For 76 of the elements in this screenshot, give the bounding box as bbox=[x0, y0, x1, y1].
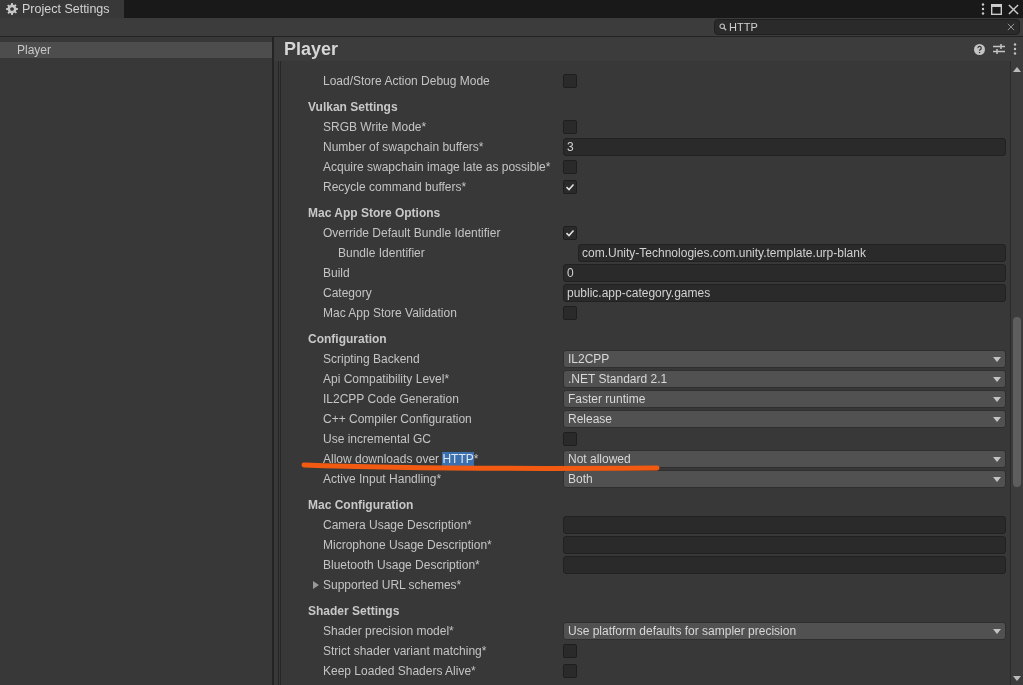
window-tab[interactable]: Project Settings bbox=[0, 0, 124, 18]
dropdown[interactable]: IL2CPP bbox=[563, 350, 1006, 368]
checkbox[interactable] bbox=[563, 306, 577, 320]
checkbox[interactable] bbox=[563, 180, 577, 194]
caret-icon bbox=[993, 476, 1001, 482]
field-label: SRGB Write Mode* bbox=[323, 120, 427, 134]
field-label: Category bbox=[323, 286, 372, 300]
sliders-icon[interactable] bbox=[993, 43, 1005, 55]
field-label: Bluetooth Usage Description* bbox=[323, 558, 480, 572]
field-label: Supported URL schemes* bbox=[323, 578, 462, 592]
up-arrow-icon[interactable] bbox=[1013, 67, 1021, 72]
caret-icon bbox=[993, 628, 1001, 634]
dropdown[interactable]: Release bbox=[563, 410, 1006, 428]
caret-icon bbox=[993, 456, 1001, 462]
caret-icon bbox=[993, 376, 1001, 382]
search-field[interactable]: HTTP bbox=[714, 19, 1020, 35]
section-header: Mac App Store Options bbox=[307, 205, 442, 222]
dropdown[interactable]: Use platform defaults for sampler precision bbox=[563, 622, 1006, 640]
checkmark-icon bbox=[565, 182, 575, 192]
checkbox[interactable] bbox=[563, 226, 577, 240]
caret-icon bbox=[993, 416, 1001, 422]
panel-title: Player bbox=[284, 38, 339, 60]
search-icon bbox=[719, 23, 727, 31]
section-header: Vulkan Settings bbox=[307, 99, 399, 116]
text-field[interactable]: 0 bbox=[563, 264, 1006, 282]
close-icon[interactable] bbox=[1008, 3, 1019, 15]
gear-icon bbox=[6, 3, 18, 15]
caret-icon bbox=[993, 396, 1001, 402]
field-label: Microphone Usage Description* bbox=[323, 538, 492, 552]
field-label: Number of swapchain buffers* bbox=[323, 140, 484, 154]
caret-icon bbox=[993, 356, 1001, 362]
checkbox[interactable] bbox=[563, 120, 577, 134]
field-label: Scripting Backend bbox=[323, 352, 420, 366]
maximize-icon[interactable] bbox=[991, 3, 1002, 15]
field-label: Keep Loaded Shaders Alive* bbox=[323, 664, 476, 678]
field-label: IL2CPP Code Generation bbox=[323, 392, 459, 406]
checkbox[interactable] bbox=[563, 74, 577, 88]
dropdown[interactable]: Faster runtime bbox=[563, 390, 1006, 408]
more-options-icon[interactable] bbox=[1013, 43, 1017, 55]
field-label: C++ Compiler Configuration bbox=[323, 412, 472, 426]
field-label: Allow downloads over HTTP* bbox=[323, 452, 479, 466]
checkbox[interactable] bbox=[563, 432, 577, 446]
field-label: Override Default Bundle Identifier bbox=[323, 226, 501, 240]
dropdown[interactable]: Both bbox=[563, 470, 1006, 488]
field-label: Bundle Identifier bbox=[338, 246, 425, 260]
field-label: Strict shader variant matching* bbox=[323, 644, 487, 658]
field-label: Recycle command buffers* bbox=[323, 180, 467, 194]
section-header: Shader Settings bbox=[307, 603, 401, 620]
sidebar-item[interactable]: Player bbox=[0, 42, 272, 58]
field-label: Load/Store Action Debug Mode bbox=[323, 74, 490, 88]
section-header: Mac Configuration bbox=[307, 497, 415, 514]
field-label: Use incremental GC bbox=[323, 432, 432, 446]
help-icon[interactable] bbox=[974, 43, 985, 55]
more-options-icon[interactable] bbox=[981, 3, 985, 15]
clear-icon[interactable] bbox=[1007, 23, 1015, 31]
scrollbar-thumb[interactable] bbox=[1013, 317, 1021, 487]
checkbox[interactable] bbox=[563, 644, 577, 658]
dropdown[interactable]: .NET Standard 2.1 bbox=[563, 370, 1006, 388]
checkmark-icon bbox=[565, 228, 575, 238]
field-label: Api Compatibility Level* bbox=[323, 372, 450, 386]
text-field[interactable]: 3 bbox=[563, 138, 1006, 156]
checkbox[interactable] bbox=[563, 664, 577, 678]
dropdown[interactable]: Not allowed bbox=[563, 450, 1006, 468]
text-field[interactable]: com.Unity-Technologies.com.unity.template.urp-blank bbox=[578, 244, 1006, 262]
down-arrow-icon[interactable] bbox=[1013, 676, 1021, 681]
field-label: Build bbox=[323, 266, 350, 280]
checkbox[interactable] bbox=[563, 160, 577, 174]
scrollbar[interactable] bbox=[1010, 61, 1023, 685]
foldout-arrow-icon[interactable] bbox=[312, 581, 320, 589]
field-label: Camera Usage Description* bbox=[323, 518, 472, 532]
section-header: Configuration bbox=[307, 331, 388, 348]
field-label: Shader precision model* bbox=[323, 624, 454, 638]
field-label: Mac App Store Validation bbox=[323, 306, 457, 320]
text-field[interactable]: public.app-category.games bbox=[563, 284, 1006, 302]
field-label: Acquire swapchain image late as possible* bbox=[323, 160, 551, 174]
field-label: Active Input Handling* bbox=[323, 472, 442, 486]
